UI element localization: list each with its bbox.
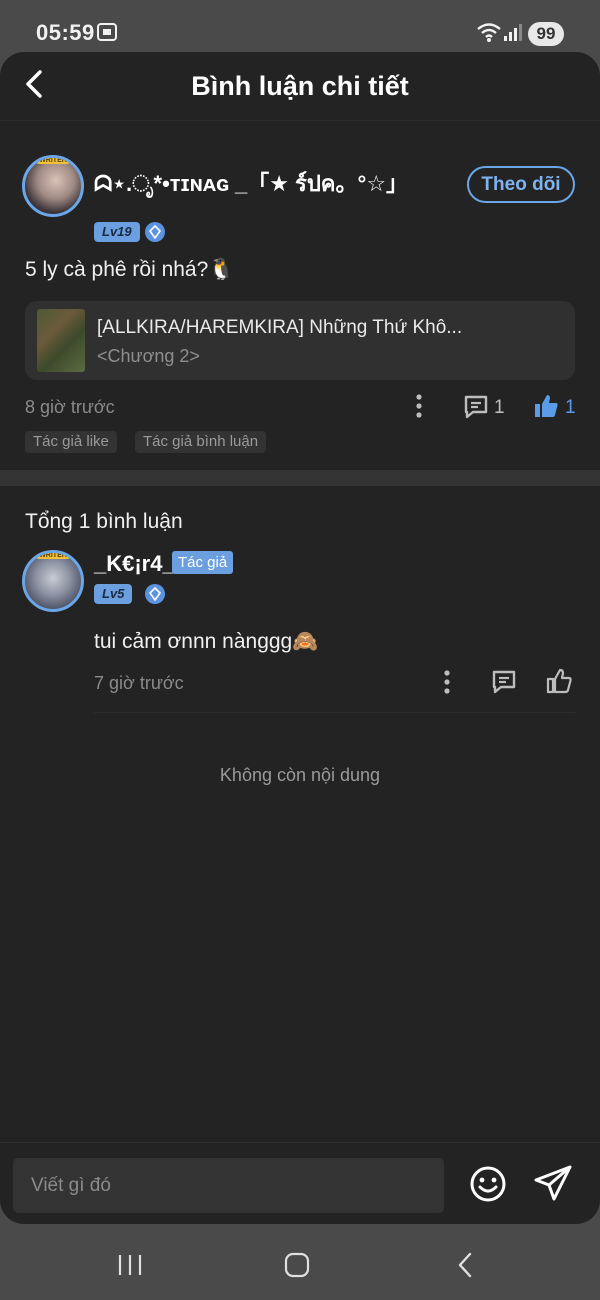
medal-icon [145, 222, 165, 242]
like-count: 1 [565, 397, 576, 418]
chapter-cover-image [37, 309, 85, 372]
chapter-link-card[interactable]: [ALLKIRA/HAREMKIRA] Những Thứ Khô... <Ch… [25, 301, 575, 380]
end-of-content-label: Không còn nội dung [219, 765, 381, 785]
send-icon[interactable] [532, 1164, 574, 1209]
comment-text: 5 ly cà phê rồi nhá?🐧 [25, 258, 235, 281]
like-icon[interactable] [532, 392, 560, 425]
reply-time: 7 giờ trước [94, 673, 184, 693]
status-bar: 05:59 99 [0, 0, 600, 52]
reply-separator [94, 712, 575, 713]
commenter-avatar[interactable]: WRITER [22, 155, 84, 217]
recent-apps-icon[interactable] [117, 1253, 143, 1282]
chapter-subtitle: <Chương 2> [97, 346, 200, 366]
follow-button[interactable]: Theo dõi [467, 166, 575, 203]
emoji-icon[interactable] [469, 1165, 507, 1208]
reply-count: 1 [494, 397, 505, 418]
comment-detail-screen: Bình luận chi tiết WRITER ᗣ⋆.ೃ*•ᴛɪɴᴀɢ _「… [0, 52, 600, 1224]
more-options-icon[interactable] [409, 393, 429, 424]
home-icon[interactable] [284, 1252, 310, 1283]
author-commented-chip: Tác giả bình luận [135, 431, 267, 453]
battery-indicator: 99 [528, 22, 564, 46]
wifi-icon [476, 21, 502, 48]
writer-tag: WRITER [36, 553, 70, 559]
chapter-title: [ALLKIRA/HAREMKIRA] Những Thứ Khô... [97, 317, 463, 338]
author-liked-chip: Tác giả like [25, 431, 117, 453]
reply-icon[interactable] [490, 668, 518, 701]
more-options-icon[interactable] [437, 669, 457, 700]
reply-avatar[interactable]: WRITER [22, 550, 84, 612]
reply-text: tui cảm ơnnn nànggg🙈 [94, 630, 319, 653]
author-badge: Tác giả [172, 551, 234, 574]
section-divider [0, 470, 600, 486]
screen-capture-icon [96, 21, 118, 48]
status-time: 05:59 [36, 20, 95, 45]
like-outline-icon[interactable] [545, 667, 573, 700]
reply-icon[interactable] [462, 393, 490, 426]
comment-input-bar: Viết gì đó [0, 1142, 600, 1224]
comment-time: 8 giờ trước [25, 397, 115, 417]
medal-icon [145, 584, 165, 604]
writer-tag: WRITER [36, 158, 70, 164]
commenter-username[interactable]: ᗣ⋆.ೃ*•ᴛɪɴᴀɢ _「★ ร์ปค。°☆」 [94, 166, 408, 201]
system-navigation-bar [0, 1224, 600, 1300]
comment-input[interactable]: Viết gì đó [13, 1158, 444, 1213]
signal-icon [503, 22, 523, 47]
reply-username[interactable]: _K€¡r4_ [94, 551, 175, 577]
total-replies-label: Tổng 1 bình luận [25, 510, 183, 533]
header: Bình luận chi tiết [0, 52, 600, 121]
level-badge: Lv19 [94, 222, 140, 242]
page-title: Bình luận chi tiết [191, 71, 409, 101]
system-back-icon[interactable] [455, 1251, 475, 1284]
level-badge: Lv5 [94, 584, 133, 604]
